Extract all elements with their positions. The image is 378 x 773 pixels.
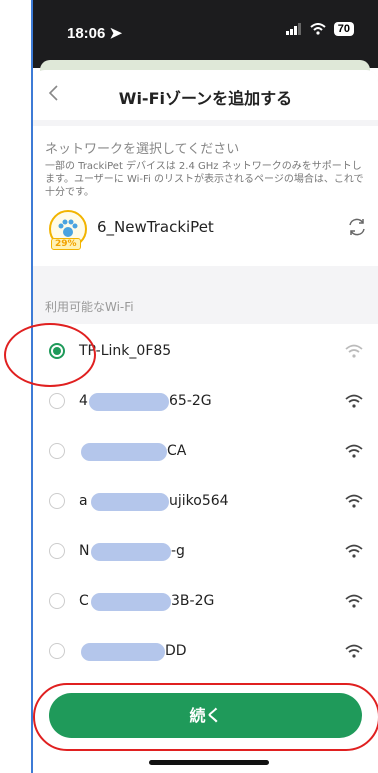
home-indicator	[149, 760, 269, 765]
select-network-title: ネットワークを選択してください	[45, 142, 240, 157]
header: Wi-Fiゾーンを追加する	[33, 70, 378, 120]
page-title: Wi-Fiゾーンを追加する	[118, 89, 293, 108]
wifi-item-5[interactable]: N -g	[33, 528, 378, 578]
wifi-radio[interactable]	[49, 543, 65, 559]
wifi-name-prefix: N	[79, 543, 90, 559]
wifi-name: CA	[167, 443, 187, 459]
device-battery-badge: 29%	[51, 238, 81, 250]
network-select-section: ネットワークを選択してください 一部の TrackiPet デバイスは 2.4 …	[33, 126, 378, 266]
wifi-name-prefix: a	[79, 493, 88, 509]
wifi-item-3[interactable]: CA	[33, 428, 378, 478]
redaction-mark	[91, 593, 171, 611]
wifi-item-4[interactable]: a ujiko564	[33, 478, 378, 528]
wifi-name-prefix: 4	[79, 393, 88, 409]
wifi-radio-selected[interactable]	[49, 343, 65, 359]
device-name: 6_NewTrackiPet	[97, 218, 214, 236]
wifi-name: DD	[165, 643, 187, 659]
wifi-signal-icon	[345, 494, 363, 508]
wifi-signal-icon	[345, 644, 363, 658]
wifi-signal-icon	[345, 594, 363, 608]
redaction-mark	[91, 493, 169, 511]
wifi-item-2[interactable]: 4 65-2G	[33, 378, 378, 428]
wifi-radio[interactable]	[49, 393, 65, 409]
redaction-mark	[91, 543, 171, 561]
wifi-zone-sheet: Wi-Fiゾーンを追加する ネットワークを選択してください 一部の Tracki…	[33, 70, 378, 773]
status-time-text: 18:06	[67, 25, 106, 42]
wifi-radio[interactable]	[49, 593, 65, 609]
status-icons: 70	[285, 22, 354, 36]
status-time: 18:06 ➤	[67, 24, 122, 42]
wifi-name: 65-2G	[169, 393, 212, 409]
status-bar: 18:06 ➤ 70	[33, 0, 378, 68]
continue-button[interactable]: 続く	[49, 693, 362, 738]
wifi-name: ujiko564	[169, 493, 229, 509]
wifi-item-7[interactable]: DD	[33, 628, 378, 678]
wifi-radio[interactable]	[49, 443, 65, 459]
wifi-radio[interactable]	[49, 493, 65, 509]
wifi-signal-icon	[345, 544, 363, 558]
wifi-name: TP-Link_0F85	[79, 343, 172, 359]
wifi-list: TP-Link_0F85 4 65-2G CA a ujiko564 N -g …	[33, 324, 378, 684]
redaction-mark	[81, 443, 167, 461]
redaction-mark	[89, 393, 169, 411]
refresh-icon[interactable]	[346, 216, 368, 238]
wifi-status-icon	[310, 23, 326, 35]
wifi-name-prefix: C	[79, 593, 89, 609]
device-row: 29% 6_NewTrackiPet	[45, 208, 370, 258]
wifi-signal-icon	[345, 394, 363, 408]
select-network-description: 一部の TrackiPet デバイスは 2.4 GHz ネットワークのみをサポー…	[45, 161, 364, 198]
wifi-item-6[interactable]: C 3B-2G	[33, 578, 378, 628]
wifi-item-1[interactable]: TP-Link_0F85	[33, 328, 378, 378]
battery-icon: 70	[333, 22, 354, 36]
cellular-signal-icon	[285, 23, 301, 35]
wifi-name: 3B-2G	[171, 593, 215, 609]
location-arrow-icon: ➤	[109, 25, 123, 42]
wifi-radio[interactable]	[49, 643, 65, 659]
redaction-mark	[81, 643, 165, 661]
wifi-signal-icon	[345, 344, 363, 358]
wifi-name: -g	[171, 543, 185, 559]
available-wifi-label: 利用可能なWi-Fi	[45, 300, 134, 314]
wifi-signal-icon	[345, 444, 363, 458]
bottom-action-bar: 続く	[33, 676, 378, 773]
